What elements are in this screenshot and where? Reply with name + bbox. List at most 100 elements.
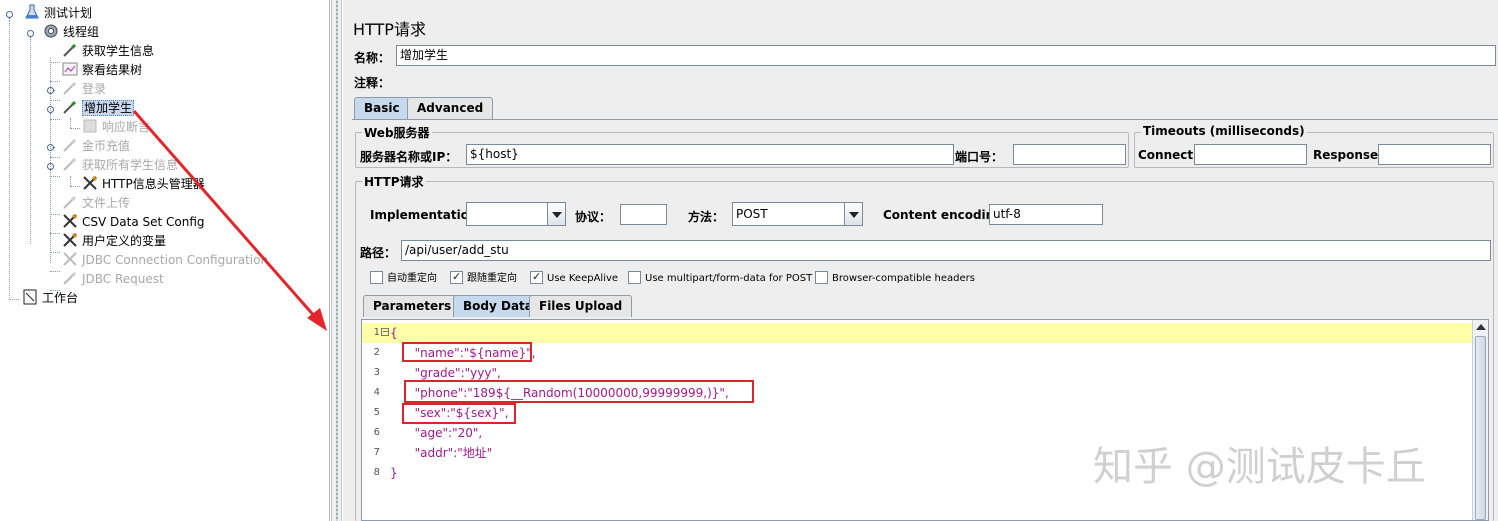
chevron-down-icon[interactable] bbox=[844, 203, 862, 225]
expand-handle-icon[interactable] bbox=[46, 105, 55, 114]
port-label: 端口号： bbox=[955, 150, 1004, 164]
code-text: } bbox=[390, 466, 398, 480]
test-plan-flask-icon bbox=[25, 4, 39, 19]
assertion-icon bbox=[83, 119, 97, 133]
line-number: 8 bbox=[373, 467, 380, 478]
scroll-thumb[interactable] bbox=[1475, 336, 1486, 520]
name-label: 名称： bbox=[354, 51, 391, 65]
code-text: "addr":"地址" bbox=[407, 446, 493, 460]
fold-toggle-icon[interactable]: − bbox=[381, 328, 389, 336]
response-timeout-field[interactable] bbox=[1378, 144, 1491, 165]
response-label: Response: bbox=[1313, 148, 1383, 162]
sampler-pipette-icon bbox=[63, 100, 77, 114]
tab-basic[interactable]: Basic bbox=[354, 97, 410, 119]
line-number: 2 bbox=[373, 347, 380, 358]
tree-node-sampler[interactable]: 登录 bbox=[62, 80, 106, 99]
editor-scrollbar[interactable] bbox=[1472, 320, 1488, 520]
config-wrench-icon bbox=[63, 213, 78, 228]
tree-node-sampler-selected[interactable]: 增加学生 bbox=[62, 99, 135, 118]
code-text: { bbox=[390, 326, 398, 340]
sampler-pipette-icon bbox=[63, 157, 77, 171]
checkbox-checked-icon bbox=[450, 270, 463, 284]
tree-node-thread-group[interactable]: 线程组 bbox=[43, 23, 99, 42]
sampler-pipette-icon bbox=[63, 138, 77, 152]
path-label: 路径： bbox=[360, 246, 397, 260]
tree-node-workbench[interactable]: 工作台 bbox=[22, 289, 78, 308]
host-field[interactable]: ${host} bbox=[466, 144, 954, 165]
workbench-icon bbox=[23, 289, 37, 305]
expand-handle-icon[interactable] bbox=[26, 29, 35, 38]
implementation-select[interactable] bbox=[466, 202, 566, 226]
checkbox-icon bbox=[815, 271, 828, 284]
highlight-box bbox=[404, 380, 754, 403]
sampler-pipette-icon bbox=[63, 195, 77, 209]
panel-splitter[interactable] bbox=[331, 0, 342, 521]
line-number: 7 bbox=[373, 447, 380, 458]
tree-node-sampler[interactable]: 获取所有学生信息 bbox=[62, 156, 178, 175]
page-title: HTTP请求 bbox=[353, 20, 426, 39]
protocol-field[interactable] bbox=[620, 204, 667, 225]
highlight-box bbox=[402, 403, 516, 424]
checkbox-icon bbox=[628, 271, 641, 284]
host-label: 服务器名称或IP： bbox=[360, 150, 458, 164]
tree-node-assertion[interactable]: 响应断言 bbox=[82, 118, 150, 137]
keepalive-checkbox[interactable]: Use KeepAlive bbox=[530, 270, 618, 286]
config-wrench-icon bbox=[63, 232, 78, 247]
tree-node-header-manager[interactable]: HTTP信息头管理器 bbox=[82, 175, 205, 194]
test-plan-tree[interactable]: 测试计划 线程组 获取学生信息 察看结果树 登录 增加学生 响应断言 金币充值 … bbox=[0, 0, 330, 521]
path-field[interactable]: /api/user/add_stu bbox=[401, 240, 1491, 261]
line-number: 4 bbox=[373, 387, 380, 398]
checkbox-checked-icon bbox=[530, 270, 543, 284]
http-request-group-title: HTTP请求 bbox=[362, 173, 426, 190]
highlight-box bbox=[402, 342, 532, 362]
follow-redirect-checkbox[interactable]: 跟随重定向 bbox=[450, 270, 517, 286]
sampler-pipette-icon bbox=[63, 81, 77, 95]
method-label: 方法： bbox=[688, 210, 725, 224]
tree-node-test-plan[interactable]: 测试计划 bbox=[24, 4, 92, 23]
tab-parameters[interactable]: Parameters bbox=[363, 295, 462, 317]
collapse-handle-icon[interactable] bbox=[46, 143, 55, 152]
content-encoding-field[interactable]: utf-8 bbox=[989, 204, 1103, 225]
config-wrench-icon bbox=[63, 252, 77, 266]
expand-handle-icon[interactable] bbox=[46, 162, 55, 171]
web-server-group-title: Web服务器 bbox=[362, 124, 432, 141]
protocol-label: 协议： bbox=[575, 210, 612, 224]
connect-timeout-field[interactable] bbox=[1194, 144, 1307, 165]
tree-node-sampler[interactable]: 金币充值 bbox=[62, 137, 130, 156]
scroll-up-icon[interactable] bbox=[1476, 324, 1486, 330]
tree-node-listener[interactable]: 察看结果树 bbox=[62, 61, 142, 80]
line-number: 3 bbox=[373, 367, 380, 378]
result-tree-chart-icon bbox=[62, 62, 78, 76]
expand-handle-icon[interactable] bbox=[5, 10, 14, 19]
browser-headers-checkbox[interactable]: Browser-compatible headers bbox=[815, 271, 975, 286]
editor-line[interactable]: 5 "sex":"${sex}", bbox=[362, 403, 1472, 423]
comment-field[interactable] bbox=[396, 70, 1496, 91]
tree-node-sampler[interactable]: 获取学生信息 bbox=[62, 42, 154, 61]
thread-group-gear-icon bbox=[44, 24, 58, 38]
sampler-pipette-icon bbox=[63, 43, 77, 57]
connect-label: Connect: bbox=[1138, 148, 1198, 162]
config-wrench-icon bbox=[83, 175, 98, 190]
collapse-handle-icon[interactable] bbox=[46, 86, 55, 95]
port-field[interactable] bbox=[1013, 144, 1126, 165]
auto-redirect-checkbox[interactable]: 自动重定向 bbox=[370, 271, 437, 286]
tree-node-config[interactable]: CSV Data Set Config bbox=[62, 213, 205, 232]
checkbox-icon bbox=[370, 271, 383, 284]
editor-line[interactable]: 1 {− bbox=[362, 323, 1472, 343]
multipart-checkbox[interactable]: Use multipart/form-data for POST bbox=[628, 271, 812, 286]
sampler-pipette-icon bbox=[63, 271, 77, 285]
timeouts-group-title: Timeouts (milliseconds) bbox=[1141, 124, 1307, 138]
line-number: 1 bbox=[373, 327, 380, 338]
tab-files-upload[interactable]: Files Upload bbox=[529, 295, 633, 317]
tab-advanced[interactable]: Advanced bbox=[407, 97, 494, 119]
line-number: 6 bbox=[373, 427, 380, 438]
name-field[interactable]: 增加学生 bbox=[396, 45, 1496, 66]
tree-node-sampler[interactable]: 文件上传 bbox=[62, 194, 130, 213]
line-number: 5 bbox=[373, 407, 380, 418]
chevron-down-icon[interactable] bbox=[547, 203, 565, 225]
tree-node-config[interactable]: JDBC Connection Configuration bbox=[62, 251, 268, 270]
tree-node-config[interactable]: 用户定义的变量 bbox=[62, 232, 166, 251]
tree-node-sampler[interactable]: JDBC Request bbox=[62, 270, 164, 289]
comment-label: 注释： bbox=[354, 76, 391, 90]
method-select[interactable]: POST bbox=[732, 202, 863, 226]
